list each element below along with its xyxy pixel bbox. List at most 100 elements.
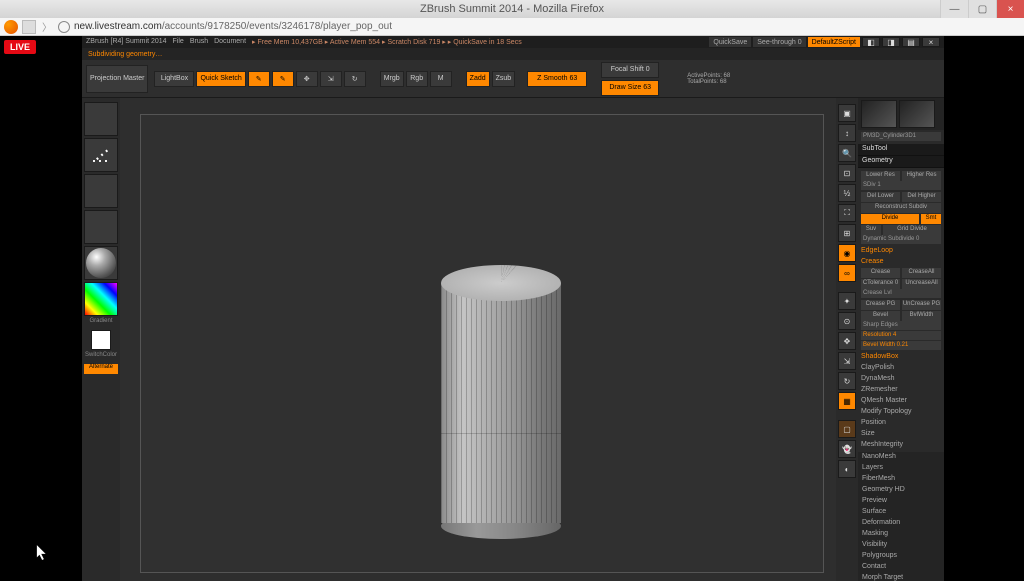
claypolish-header[interactable]: ClayPolish <box>861 362 941 373</box>
strip-transp-icon[interactable]: ▢ <box>838 420 856 438</box>
menu-title[interactable]: ZBrush [R4] Summit 2014 <box>86 38 167 46</box>
menu-close-icon[interactable]: × <box>922 37 940 47</box>
close-button[interactable]: × <box>996 0 1024 18</box>
bevel-width-button[interactable]: BvlWidth <box>902 311 941 321</box>
focal-slider[interactable]: Focal Shift 0 <box>601 62 659 78</box>
strip-bpr-icon[interactable]: ▣ <box>838 104 856 122</box>
dynamesh-header[interactable]: DynaMesh <box>861 373 941 384</box>
menu-brush[interactable]: Brush <box>190 38 208 46</box>
panel-menu-visibility[interactable]: Visibility <box>858 540 944 551</box>
size-header[interactable]: Size <box>861 428 941 439</box>
shadowbox-header[interactable]: ShadowBox <box>861 351 941 362</box>
strip-solo-icon[interactable]: ◐ <box>838 460 856 478</box>
strip-persp-icon[interactable]: ⛶ <box>838 204 856 222</box>
switchcolor-label[interactable]: SwitchColor <box>84 352 118 362</box>
crease-header[interactable]: Crease <box>861 256 941 267</box>
minimize-button[interactable]: — <box>940 0 968 18</box>
suv-button[interactable]: Suv <box>861 225 881 235</box>
meshintegrity-header[interactable]: MeshIntegrity <box>861 439 941 450</box>
sdiv-slider[interactable]: SDiv 1 <box>861 181 941 190</box>
rotate-button[interactable]: ↻ <box>344 71 366 87</box>
strip-lsym-icon[interactable]: ∞ <box>838 264 856 282</box>
rgb-button[interactable]: Rgb <box>406 71 428 87</box>
strip-xpose-icon[interactable]: ✦ <box>838 292 856 310</box>
zbrush-canvas[interactable] <box>140 114 824 573</box>
move-button[interactable]: ✥ <box>296 71 318 87</box>
strip-zoom-icon[interactable]: 🔍 <box>838 144 856 162</box>
maximize-button[interactable]: ▢ <box>968 0 996 18</box>
strip-scale3d-icon[interactable]: ⇲ <box>838 352 856 370</box>
m-button[interactable]: M <box>430 71 452 87</box>
strip-ghost-icon[interactable]: 👻 <box>838 440 856 458</box>
edit-button[interactable]: ✎ <box>248 71 270 87</box>
color-picker[interactable] <box>84 282 118 316</box>
panel-menu-preview[interactable]: Preview <box>858 496 944 507</box>
crease-lvl-slider[interactable]: Crease Lvl <box>861 289 941 298</box>
url-bar[interactable]: 〉 new.livestream.com/accounts/9178250/ev… <box>0 18 1024 36</box>
smt-button[interactable]: Smt <box>921 214 941 224</box>
strip-local-icon[interactable]: ◉ <box>838 244 856 262</box>
panel-menu-polygroups[interactable]: Polygroups <box>858 551 944 562</box>
drawsize-slider[interactable]: Draw Size 63 <box>601 80 659 96</box>
panel-menu-nanomesh[interactable]: NanoMesh <box>858 452 944 463</box>
menu-file[interactable]: File <box>173 38 184 46</box>
secondary-color-swatch[interactable] <box>91 330 111 350</box>
divide-button[interactable]: Divide <box>861 214 919 224</box>
grid-divide-button[interactable]: Grid Divide <box>883 225 941 235</box>
zadd-button[interactable]: Zadd <box>466 71 490 87</box>
crease-button[interactable]: Crease <box>861 268 900 278</box>
panel-menu-geometry-hd[interactable]: Geometry HD <box>858 485 944 496</box>
crease-pg-button[interactable]: Crease PG <box>861 300 900 310</box>
menu-document[interactable]: Document <box>214 38 246 46</box>
position-header[interactable]: Position <box>861 417 941 428</box>
qmesh-header[interactable]: QMesh Master <box>861 395 941 406</box>
geometry-panel-header[interactable]: Geometry <box>858 156 944 168</box>
panel-menu-layers[interactable]: Layers <box>858 463 944 474</box>
menu-icon-2[interactable]: ◨ <box>882 37 900 47</box>
tool-thumb-1[interactable] <box>861 100 897 128</box>
panel-menu-fibermesh[interactable]: FiberMesh <box>858 474 944 485</box>
sharp-edges-button[interactable]: Sharp Edges <box>861 321 941 330</box>
panel-menu-deformation[interactable]: Deformation <box>858 518 944 529</box>
projection-master-button[interactable]: Projection Master <box>86 65 148 93</box>
tool-thumb-2[interactable] <box>899 100 935 128</box>
strip-frame-icon[interactable]: ⊙ <box>838 312 856 330</box>
strip-scroll-icon[interactable]: ↕ <box>838 124 856 142</box>
higher-res-button[interactable]: Higher Res <box>902 171 941 181</box>
seethrough-slider[interactable]: See-through 0 <box>753 37 805 47</box>
strip-actual-icon[interactable]: ⊡ <box>838 164 856 182</box>
menu-icon-1[interactable]: ◧ <box>862 37 880 47</box>
bevel-width-slider[interactable]: Bevel Width 0.21 <box>861 341 941 350</box>
uncrease-all-button[interactable]: UncreaseAll <box>902 279 941 289</box>
modify-topo-header[interactable]: Modify Topology <box>861 406 941 417</box>
brush-slot-material[interactable] <box>84 246 118 280</box>
brush-slot-texture[interactable] <box>84 210 118 244</box>
subtool-panel-header[interactable]: SubTool <box>858 144 944 156</box>
quicksketch-button[interactable]: Quick Sketch <box>196 71 245 87</box>
draw-button[interactable]: ✎ <box>272 71 294 87</box>
zsmooth-slider[interactable]: Z Smooth 63 <box>527 71 587 87</box>
bevel-button[interactable]: Bevel <box>861 311 900 321</box>
scale-button[interactable]: ⇲ <box>320 71 342 87</box>
lower-res-button[interactable]: Lower Res <box>861 171 900 181</box>
resolution-slider[interactable]: Resolution 4 <box>861 331 941 340</box>
defaultscript-button[interactable]: DefaultZScript <box>808 37 860 47</box>
alternate-button[interactable]: Alternate <box>84 364 118 374</box>
ctolerance-slider[interactable]: CTolerance 0 <box>861 279 900 289</box>
brush-slot-alpha[interactable] <box>84 174 118 208</box>
edgeloop-label[interactable]: EdgeLoop <box>861 245 941 256</box>
brush-slot-1[interactable] <box>84 102 118 136</box>
del-higher-button[interactable]: Del Higher <box>902 192 941 202</box>
panel-menu-masking[interactable]: Masking <box>858 529 944 540</box>
reconstruct-button[interactable]: Reconstruct Subdiv <box>861 203 941 213</box>
panel-menu-surface[interactable]: Surface <box>858 507 944 518</box>
lightbox-button[interactable]: LightBox <box>154 71 194 87</box>
panel-menu-contact[interactable]: Contact <box>858 562 944 573</box>
dynamic-sub-slider[interactable]: Dynamic Subdivide 0 <box>861 235 941 244</box>
strip-floor-icon[interactable]: ⊞ <box>838 224 856 242</box>
zsub-button[interactable]: Zsub <box>492 71 516 87</box>
strip-rotate3d-icon[interactable]: ↻ <box>838 372 856 390</box>
strip-aa-icon[interactable]: ½ <box>838 184 856 202</box>
mrgb-button[interactable]: Mrgb <box>380 71 404 87</box>
strip-move-icon[interactable]: ✥ <box>838 332 856 350</box>
